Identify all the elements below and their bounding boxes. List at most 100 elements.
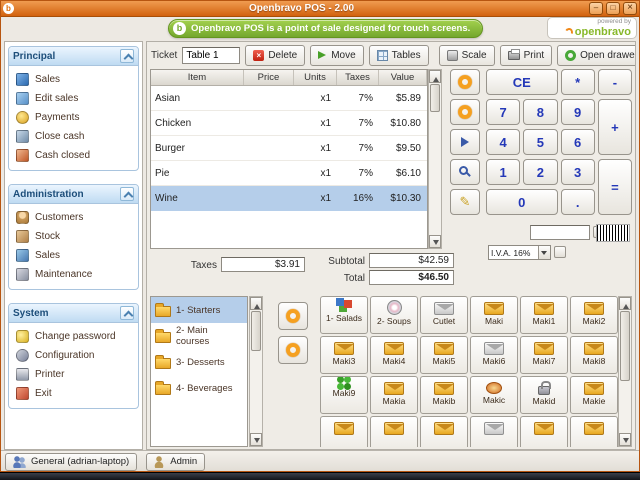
minimize-button[interactable] bbox=[589, 1, 603, 15]
sidebar-item-customers[interactable]: Customers bbox=[11, 208, 136, 227]
product-button[interactable]: 2- Soups bbox=[370, 296, 418, 334]
user-tab[interactable]: General (adrian-laptop) bbox=[5, 452, 138, 471]
sign-button[interactable] bbox=[450, 129, 480, 155]
category-item-starters[interactable]: 1- Starters bbox=[151, 297, 247, 323]
collapse-button-chevron-up-icon[interactable] bbox=[120, 306, 134, 320]
product-button[interactable] bbox=[570, 416, 618, 447]
edit-button[interactable] bbox=[450, 189, 480, 215]
key-5[interactable]: 5 bbox=[523, 129, 558, 155]
key-equals[interactable]: = bbox=[597, 159, 632, 215]
scroll-thumb[interactable] bbox=[620, 311, 630, 381]
key-0[interactable]: 0 bbox=[486, 189, 558, 215]
key-6[interactable]: 6 bbox=[560, 129, 595, 155]
key-2[interactable]: 2 bbox=[523, 159, 558, 185]
product-button[interactable]: Makib bbox=[420, 376, 468, 414]
sidebar-item-payments[interactable]: Payments bbox=[11, 108, 136, 127]
mini-button-bottom[interactable] bbox=[554, 246, 566, 258]
product-button[interactable] bbox=[520, 416, 568, 447]
category-down-button[interactable] bbox=[278, 336, 308, 364]
key-4[interactable]: 4 bbox=[486, 129, 521, 155]
key-9[interactable]: 9 bbox=[560, 99, 595, 125]
product-button[interactable]: Makie bbox=[570, 376, 618, 414]
category-up-button[interactable] bbox=[278, 302, 308, 330]
sidebar-item-cash-closed[interactable]: Cash closed bbox=[11, 146, 136, 165]
product-button[interactable] bbox=[370, 416, 418, 447]
product-button[interactable]: Maki2 bbox=[570, 296, 618, 334]
sidebar-item-sales[interactable]: Sales bbox=[11, 70, 136, 89]
tables-button[interactable]: Tables bbox=[368, 44, 429, 66]
product-button[interactable] bbox=[320, 416, 368, 447]
sidebar-item-maintenance[interactable]: Maintenance bbox=[11, 265, 136, 284]
receipt-row[interactable]: Asian x1 7% $5.89 bbox=[151, 86, 427, 111]
scroll-thumb[interactable] bbox=[430, 84, 440, 112]
receipt-row-selected[interactable]: Wine x1 16% $10.30 bbox=[151, 186, 427, 211]
key-7[interactable]: 7 bbox=[486, 99, 521, 125]
key-multiply[interactable]: * bbox=[560, 69, 595, 95]
receipt-row[interactable]: Burger x1 7% $9.50 bbox=[151, 136, 427, 161]
aux-button-1[interactable] bbox=[450, 69, 480, 95]
sidebar-item-printer[interactable]: Printer bbox=[11, 365, 136, 384]
amount-input[interactable] bbox=[530, 225, 590, 240]
product-button[interactable]: Makid bbox=[520, 376, 568, 414]
scroll-up-button[interactable] bbox=[250, 297, 262, 310]
scroll-thumb[interactable] bbox=[251, 311, 261, 351]
sidebar-item-configuration[interactable]: Configuration bbox=[11, 346, 136, 365]
close-button[interactable] bbox=[623, 1, 637, 15]
tax-select[interactable]: I.V.A. 16% bbox=[488, 245, 551, 260]
sidebar-item-close-cash[interactable]: Close cash bbox=[11, 127, 136, 146]
receipt-row[interactable]: Chicken x1 7% $10.80 bbox=[151, 111, 427, 136]
product-button[interactable]: Maki5 bbox=[420, 336, 468, 374]
search-button[interactable] bbox=[450, 159, 480, 185]
sidebar-item-change-password[interactable]: Change password bbox=[11, 327, 136, 346]
sidebar-item-stock[interactable]: Stock bbox=[11, 227, 136, 246]
sidebar-item-sales-admin[interactable]: Sales bbox=[11, 246, 136, 265]
collapse-button-chevron-up-icon[interactable] bbox=[120, 49, 134, 63]
aux-button-2[interactable] bbox=[450, 99, 480, 125]
key-minus[interactable]: - bbox=[597, 69, 632, 95]
key-decimal[interactable]: . bbox=[560, 189, 595, 215]
key-1[interactable]: 1 bbox=[486, 159, 521, 185]
product-button[interactable]: Maki7 bbox=[520, 336, 568, 374]
delete-button[interactable]: Delete bbox=[245, 44, 306, 66]
product-button[interactable]: Cutlet bbox=[420, 296, 468, 334]
product-button[interactable]: Makia bbox=[370, 376, 418, 414]
product-button[interactable]: Maki3 bbox=[320, 336, 368, 374]
product-button[interactable]: Makic bbox=[470, 376, 518, 414]
product-button[interactable]: 1- Salads bbox=[320, 296, 368, 334]
maximize-button[interactable] bbox=[606, 1, 620, 15]
receipt-row[interactable]: Pie x1 7% $6.10 bbox=[151, 161, 427, 186]
scroll-up-button[interactable] bbox=[619, 297, 631, 310]
product-button[interactable]: Maki8 bbox=[570, 336, 618, 374]
print-button[interactable]: Print bbox=[499, 44, 553, 66]
key-plus[interactable]: + bbox=[597, 99, 632, 155]
sidebar-item-edit-sales[interactable]: Edit sales bbox=[11, 89, 136, 108]
key-8[interactable]: 8 bbox=[523, 99, 558, 125]
product-scrollbar[interactable] bbox=[618, 296, 632, 447]
category-item-desserts[interactable]: 3- Desserts bbox=[151, 349, 247, 375]
product-button[interactable] bbox=[470, 416, 518, 447]
scroll-down-button[interactable] bbox=[429, 235, 441, 248]
product-button[interactable] bbox=[420, 416, 468, 447]
open-drawer-button[interactable]: Open drawer bbox=[557, 44, 635, 66]
category-scrollbar[interactable] bbox=[249, 296, 263, 447]
category-item-beverages[interactable]: 4- Beverages bbox=[151, 375, 247, 401]
product-button[interactable]: Maki bbox=[470, 296, 518, 334]
scroll-down-button[interactable] bbox=[250, 433, 262, 446]
product-button[interactable]: Maki6 bbox=[470, 336, 518, 374]
product-button[interactable]: Maki1 bbox=[520, 296, 568, 334]
sidebar-item-exit[interactable]: Exit bbox=[11, 384, 136, 403]
admin-tab[interactable]: Admin bbox=[146, 452, 206, 471]
key-3[interactable]: 3 bbox=[560, 159, 595, 185]
scroll-down-button[interactable] bbox=[619, 433, 631, 446]
scale-button[interactable]: Scale bbox=[438, 44, 495, 66]
ticket-input[interactable] bbox=[182, 46, 241, 64]
move-button[interactable]: Move bbox=[310, 44, 364, 66]
collapse-button-chevron-up-icon[interactable] bbox=[120, 187, 134, 201]
key-CE[interactable]: CE bbox=[486, 69, 558, 95]
product-button[interactable]: Maki9 bbox=[320, 376, 368, 414]
category-item-main-courses[interactable]: 2- Main courses bbox=[151, 323, 247, 349]
chevron-down-icon[interactable] bbox=[538, 246, 550, 259]
receipt-scrollbar[interactable] bbox=[428, 69, 442, 249]
product-button[interactable]: Maki4 bbox=[370, 336, 418, 374]
scroll-up-button[interactable] bbox=[429, 70, 441, 83]
